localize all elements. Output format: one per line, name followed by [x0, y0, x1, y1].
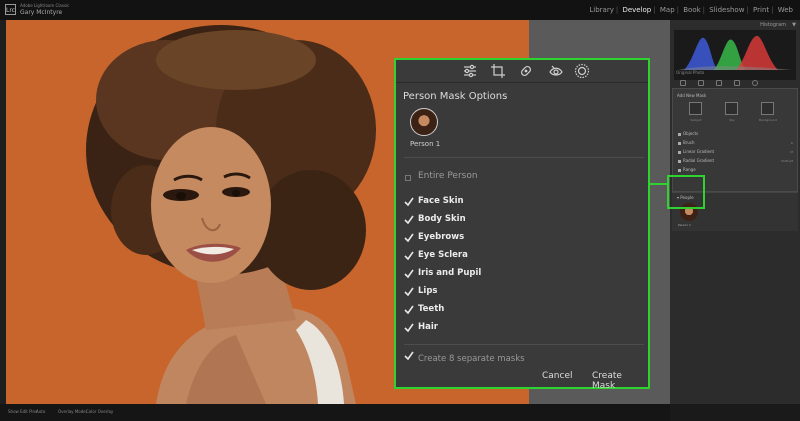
divider [404, 157, 644, 158]
histogram-collapse-icon[interactable]: ▼ [792, 22, 796, 28]
dialog-title: Person Mask Options [403, 91, 508, 102]
cancel-button[interactable]: Cancel [536, 369, 579, 383]
face-skin-checkbox[interactable] [404, 197, 414, 207]
eye-sclera-label: Eye Sclera [418, 250, 468, 260]
tool-range[interactable]: Range [678, 167, 696, 172]
create-mask-button[interactable]: Create Mask [586, 369, 648, 393]
eyebrows-label: Eyebrows [418, 232, 465, 242]
module-print[interactable]: Print [753, 6, 769, 14]
eyebrows-checkbox[interactable] [404, 233, 414, 243]
top-bar: Lrc Adobe Lightroom Classic Gary McIntyr… [0, 0, 800, 20]
brush-shortcut: K [791, 141, 793, 145]
lips-checkbox[interactable] [404, 287, 414, 297]
entire-person-label: Entire Person [418, 171, 478, 181]
subject-label: Subject [690, 118, 702, 122]
person-avatar[interactable] [410, 108, 438, 136]
separate-masks-label: Create 8 separate masks [418, 354, 525, 364]
hair-checkbox[interactable] [404, 323, 414, 333]
select-sky-button[interactable] [725, 102, 738, 115]
module-slideshow[interactable]: Slideshow [709, 6, 744, 14]
module-picker: Library | Develop | Map | Book | Slideshow | … [589, 6, 793, 14]
module-web[interactable]: Web [778, 6, 793, 14]
people-highlight-frame [667, 175, 705, 209]
body-skin-label: Body Skin [418, 214, 466, 224]
dialog-tool-strip [396, 60, 648, 83]
develop-right-panel: Histogram ▼ Original Photo Add New Mask … [670, 20, 800, 414]
lips-label: Lips [418, 286, 438, 296]
panel-tool-strip [670, 80, 800, 88]
heal-icon[interactable] [716, 80, 722, 86]
app-logo: Lrc [5, 4, 16, 15]
person-name: Person 1 [410, 140, 441, 148]
module-develop[interactable]: Develop [622, 6, 651, 14]
callout-connector [650, 183, 667, 185]
face-skin-label: Face Skin [418, 196, 464, 206]
radial-gradient-shortcut: Shift+M [781, 159, 793, 163]
edit-pins-select[interactable]: Auto [36, 409, 45, 414]
crop-icon[interactable] [490, 63, 506, 79]
crop-icon[interactable] [698, 80, 704, 86]
overlay-mode-select[interactable]: Color Overlay [86, 409, 113, 414]
select-background-button[interactable] [761, 102, 774, 115]
edit-icon[interactable] [680, 80, 686, 86]
red-eye-icon[interactable] [548, 63, 564, 79]
linear-gradient-shortcut: M [790, 150, 793, 154]
add-new-mask-label: Add New Mask [677, 93, 707, 98]
product-name: Adobe Lightroom Classic [20, 3, 70, 8]
masking-icon[interactable] [752, 80, 758, 86]
person-mask-options-dialog: Person Mask Options Person 1 Entire Pers… [394, 58, 650, 391]
iris-pupil-label: Iris and Pupil [418, 268, 482, 278]
entire-person-checkbox[interactable] [405, 175, 411, 181]
body-skin-checkbox[interactable] [404, 215, 414, 225]
separate-masks-checkbox[interactable] [404, 351, 414, 361]
iris-pupil-checkbox[interactable] [404, 269, 414, 279]
histogram-graph [678, 35, 792, 70]
people-person-name: Person 1 [678, 223, 691, 227]
tool-brush[interactable]: Brush [678, 140, 695, 145]
module-map[interactable]: Map [660, 6, 675, 14]
sliders-icon[interactable] [462, 63, 478, 79]
histogram-label: Histogram [760, 22, 786, 28]
edit-pins-label: Show Edit Pins: [8, 409, 39, 414]
toolbar-bottom: Show Edit Pins: Auto Overlay Mode: Color… [0, 404, 670, 421]
hair-label: Hair [418, 322, 438, 332]
bottom-right-strip [670, 404, 800, 421]
select-subject-button[interactable] [689, 102, 702, 115]
tool-radial-gradient[interactable]: Radial Gradient [678, 158, 714, 163]
tool-linear-gradient[interactable]: Linear Gradient [678, 149, 714, 154]
user-name: Gary McIntyre [20, 9, 63, 16]
divider [404, 344, 644, 345]
tool-objects[interactable]: Objects [678, 131, 698, 136]
teeth-label: Teeth [418, 304, 445, 314]
teeth-checkbox[interactable] [404, 305, 414, 315]
redeye-icon[interactable] [734, 80, 740, 86]
sky-label: Sky [729, 118, 735, 122]
eye-sclera-checkbox[interactable] [404, 251, 414, 261]
overlay-mode-label: Overlay Mode: [58, 409, 88, 414]
masking-icon[interactable] [574, 63, 590, 79]
module-library[interactable]: Library [589, 6, 613, 14]
healing-bandage-icon[interactable] [518, 63, 534, 79]
background-label: Background [759, 118, 777, 122]
module-book[interactable]: Book [683, 6, 700, 14]
original-photo-label: Original Photo [676, 70, 705, 75]
